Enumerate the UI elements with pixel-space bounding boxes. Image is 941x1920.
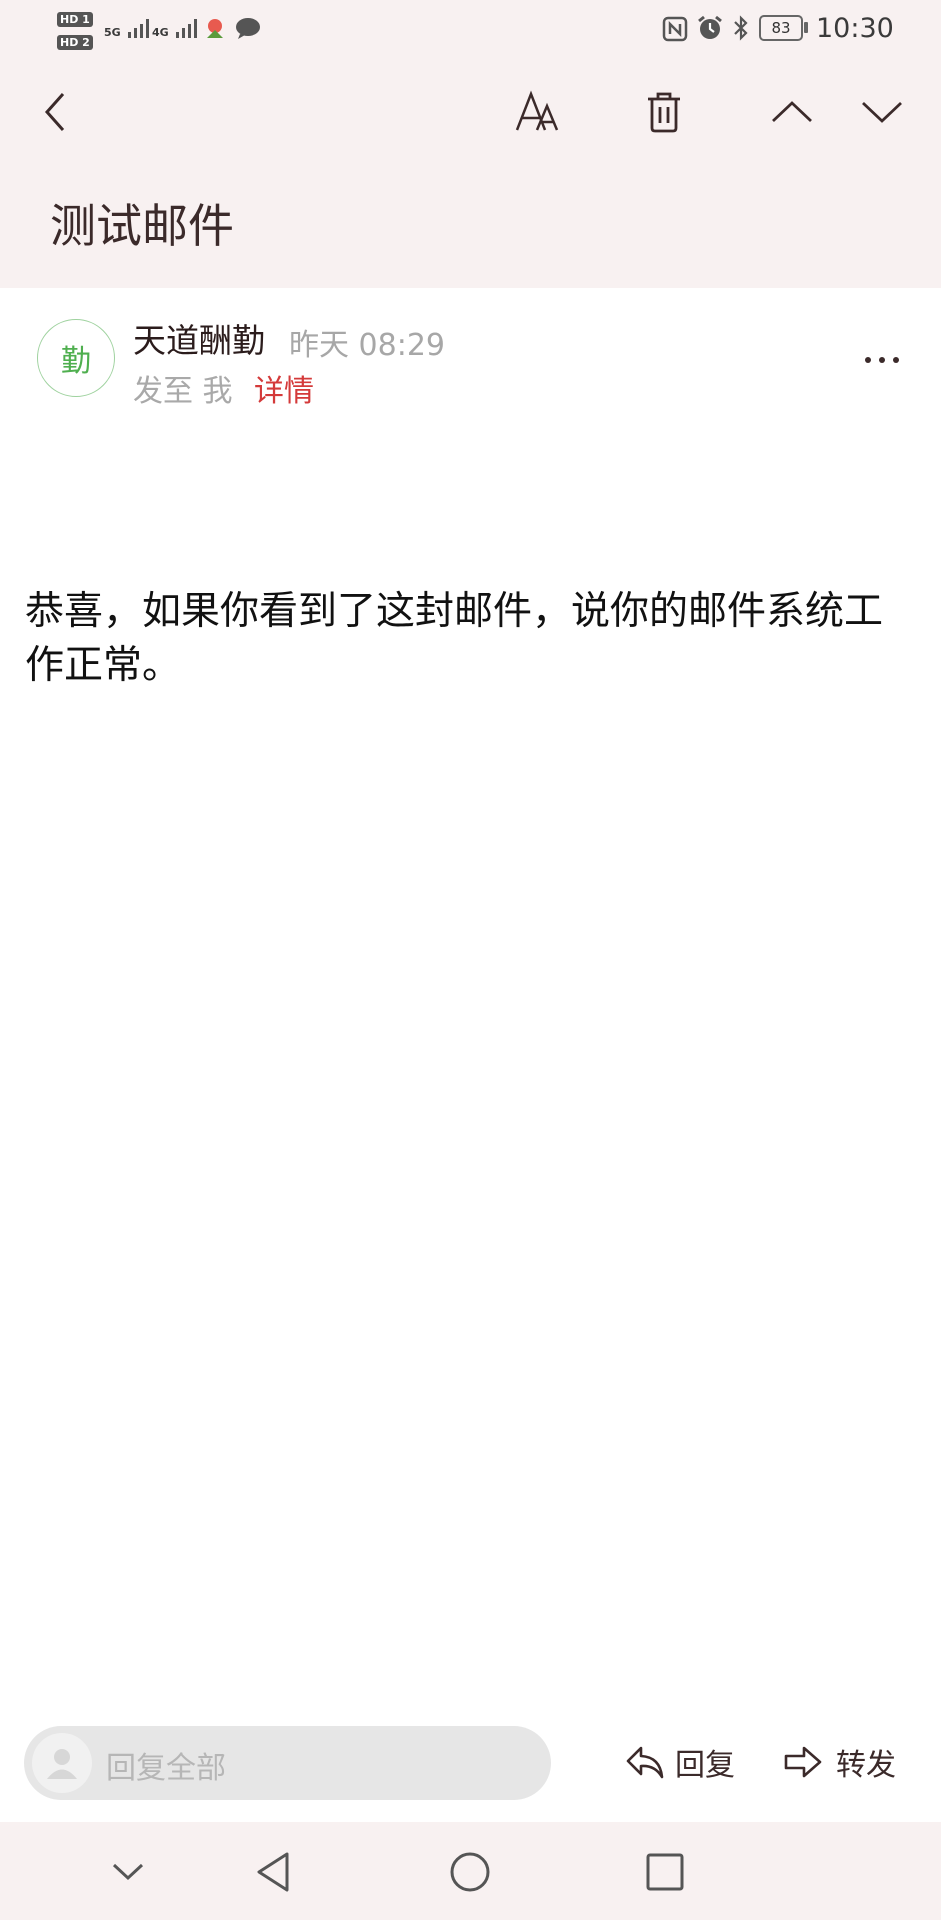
nav-back-button[interactable] — [243, 1842, 303, 1902]
next-email-button[interactable] — [850, 80, 914, 144]
square-recents-icon — [646, 1853, 684, 1891]
font-size-button[interactable] — [505, 80, 569, 144]
font-size-icon — [515, 90, 559, 131]
alarm-icon — [698, 15, 722, 39]
triangle-back-icon — [257, 1852, 289, 1892]
app-notification-icon — [207, 19, 223, 38]
details-link[interactable]: 详情 — [254, 366, 314, 410]
back-arrow-icon — [44, 93, 65, 131]
hd2-badge: HD 2 — [57, 35, 93, 50]
more-options-button[interactable] — [855, 340, 909, 380]
reply-all-placeholder: 回复全部 — [106, 1751, 226, 1786]
reply-button[interactable]: 回复 — [625, 1740, 735, 1784]
user-avatar — [32, 1733, 92, 1793]
reply-all-input[interactable]: 回复全部 — [24, 1726, 551, 1800]
network-type-2: 4G — [152, 26, 169, 39]
more-dots-icon — [865, 357, 899, 363]
email-body: 恭喜，如果你看到了这封邮件，说你的邮件系统工作正常。 — [25, 589, 884, 688]
battery-tip — [804, 22, 808, 33]
circle-home-icon — [450, 1852, 490, 1892]
trash-icon — [648, 92, 680, 133]
chevron-down-icon — [862, 101, 902, 123]
signal-2: 4G — [152, 14, 204, 40]
chevron-down-icon — [112, 1863, 144, 1881]
recipient-line: 发至 我 — [133, 374, 233, 409]
bluetooth-icon — [734, 15, 748, 41]
wechat-icon — [236, 18, 260, 39]
nfc-icon — [662, 16, 688, 42]
previous-email-button[interactable] — [760, 80, 824, 144]
battery-level: 83 — [771, 19, 791, 37]
forward-button[interactable]: 转发 — [782, 1740, 896, 1784]
forward-icon — [784, 1746, 822, 1778]
chevron-up-icon — [772, 101, 812, 123]
status-bar: HD 1 HD 2 5G 4G 83 10:30 — [0, 0, 941, 60]
hide-keyboard-button[interactable] — [98, 1842, 158, 1902]
nav-home-button[interactable] — [440, 1842, 500, 1902]
battery-icon: 83 — [759, 15, 803, 41]
back-button[interactable] — [24, 80, 88, 144]
email-subject: 测试邮件 — [50, 199, 234, 253]
delete-button[interactable] — [632, 80, 696, 144]
sim-indicators: HD 1 HD 2 — [57, 8, 93, 50]
nav-recents-button[interactable] — [635, 1842, 695, 1902]
navigation-bar — [0, 1822, 941, 1920]
email-time: 昨天 08:29 — [289, 328, 445, 363]
forward-label: 转发 — [836, 1748, 896, 1783]
sender-initial: 勤 — [61, 344, 91, 379]
network-type-1: 5G — [104, 26, 121, 39]
reply-label: 回复 — [675, 1748, 735, 1783]
sender-avatar[interactable]: 勤 — [37, 319, 115, 397]
sender-name[interactable]: 天道酬勤 — [133, 314, 265, 362]
hd1-badge: HD 1 — [57, 12, 93, 27]
status-time: 10:30 — [816, 13, 894, 44]
person-icon — [47, 1749, 77, 1779]
reply-icon — [626, 1746, 664, 1779]
signal-icon — [175, 19, 197, 38]
signal-1: 5G — [104, 14, 156, 40]
